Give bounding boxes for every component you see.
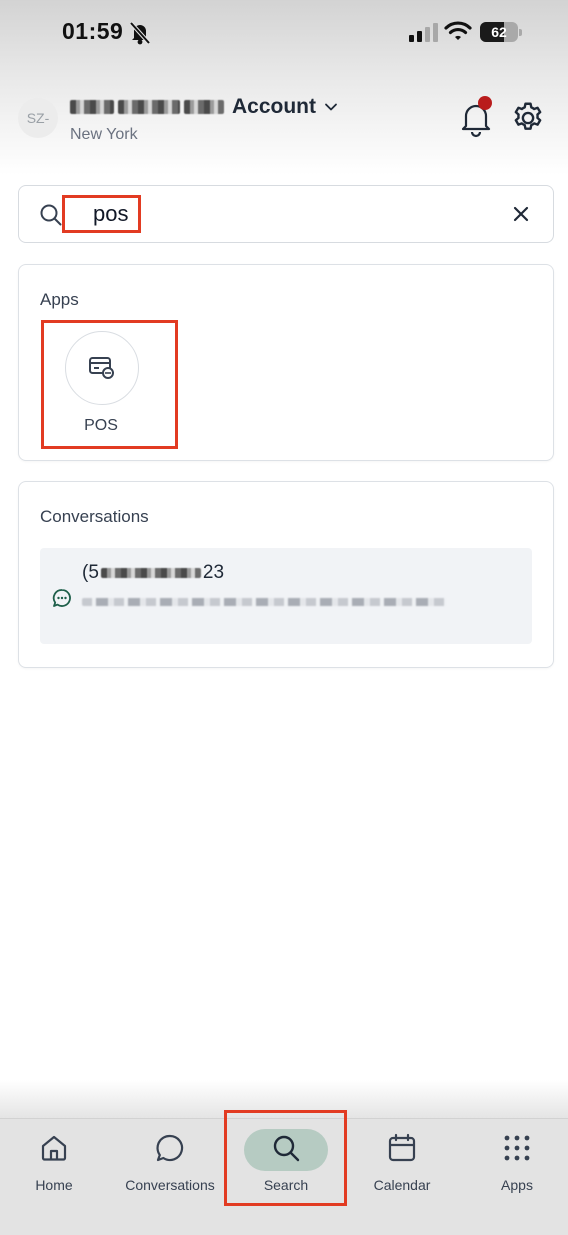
search-input[interactable]: pos: [93, 201, 128, 227]
chat-bubble-icon: [156, 1134, 184, 1162]
account-switcher[interactable]: Account: [70, 94, 338, 120]
pos-app-label: POS: [84, 417, 118, 434]
battery-icon: 62: [480, 20, 524, 44]
tab-calendar-label: Calendar: [373, 1177, 431, 1193]
tab-apps[interactable]: Apps: [468, 1119, 566, 1209]
grid-icon: [504, 1135, 530, 1161]
status-bar: 01:59 62: [0, 0, 568, 64]
chat-dots-icon: [52, 589, 71, 607]
tab-home[interactable]: Home: [10, 1119, 98, 1209]
account-location: New York: [70, 126, 138, 143]
tab-search-label: Search: [263, 1177, 309, 1193]
home-icon: [41, 1135, 67, 1161]
bell-muted-icon: [129, 21, 151, 45]
redacted-account-name: [70, 100, 114, 114]
conversations-results-card: Conversations (5 23: [18, 481, 554, 668]
notification-dot: [478, 96, 492, 110]
tab-conversations[interactable]: Conversations: [118, 1119, 222, 1209]
gear-icon: [514, 102, 542, 130]
calendar-icon: [388, 1133, 416, 1162]
tab-conversations-label: Conversations: [125, 1177, 215, 1193]
account-label: Account: [232, 95, 316, 118]
conversation-result-item[interactable]: (5 23: [40, 548, 532, 644]
close-icon[interactable]: [511, 204, 531, 224]
pos-register-icon: [89, 357, 114, 379]
settings-button[interactable]: [510, 100, 546, 136]
tab-home-label: Home: [35, 1177, 73, 1193]
app-header: SZ- Account New York: [0, 84, 568, 154]
tab-bar-fade: [0, 1080, 568, 1120]
apps-section-title: Apps: [40, 290, 79, 309]
pos-app-button[interactable]: [65, 331, 139, 405]
cellular-signal-icon: [409, 23, 438, 42]
notifications-button[interactable]: [458, 96, 496, 138]
search-field[interactable]: pos: [18, 185, 554, 243]
search-icon: [40, 204, 62, 226]
redacted-message-preview: [82, 598, 446, 606]
wifi-icon: [444, 21, 472, 40]
status-time: 01:59: [62, 18, 124, 44]
tab-apps-label: Apps: [501, 1177, 533, 1193]
battery-percentage: 62: [491, 24, 507, 40]
search-icon: [273, 1135, 300, 1162]
avatar[interactable]: SZ-: [18, 98, 58, 138]
chevron-down-icon: [325, 103, 337, 111]
conversations-section-title: Conversations: [40, 507, 149, 526]
bottom-tab-bar: Home Conversations Search Calendar Apps: [0, 1118, 568, 1235]
tab-search[interactable]: Search: [236, 1119, 336, 1209]
apps-results-card: Apps POS: [18, 264, 554, 461]
redacted-phone-digits: [100, 568, 201, 578]
tab-calendar[interactable]: Calendar: [352, 1119, 452, 1209]
conversation-phone-number: (5 23: [82, 562, 225, 583]
